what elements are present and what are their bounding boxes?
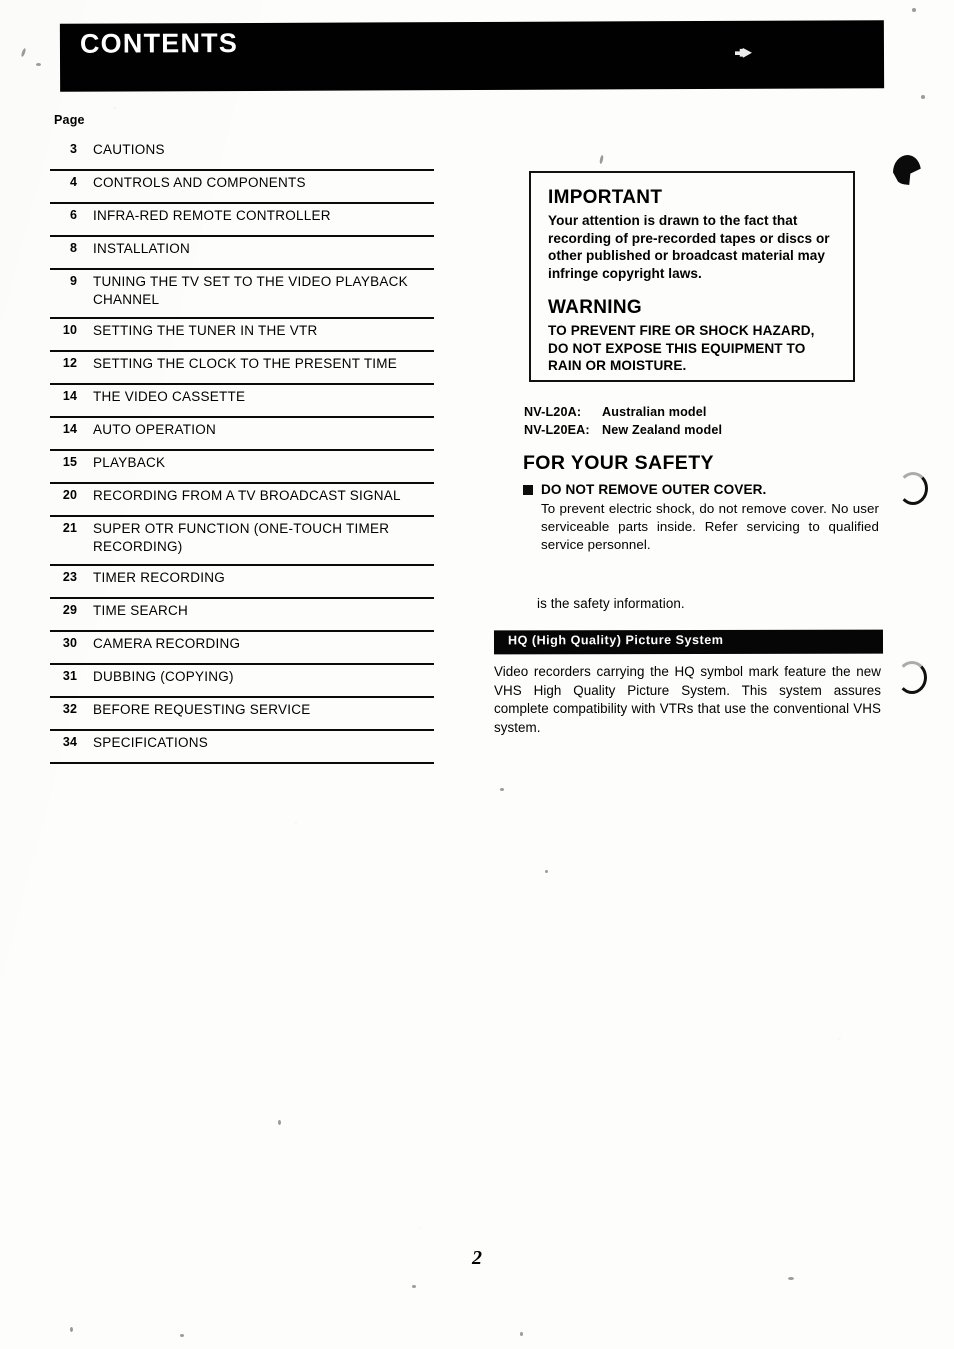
toc-entry-camera-recording[interactable]: 30 CAMERA RECORDING <box>50 632 434 665</box>
toc-entry-title: SUPER OTR FUNCTION (ONE-TOUCH TIMER RECO… <box>93 521 390 554</box>
toc-entry-page-number: 32 <box>62 702 77 716</box>
hq-picture-system-label: HQ (High Quality) Picture System <box>507 632 724 648</box>
toc-entry-title: THE VIDEO CASSETTE <box>93 389 246 404</box>
model-description: Australian model <box>602 405 707 419</box>
toc-entry-page-number: 34 <box>62 735 77 749</box>
footer-page-number: 2 <box>472 1247 482 1269</box>
scan-speck-icon <box>70 1327 73 1332</box>
model-row: NV-L20EA: New Zealand model <box>524 421 722 439</box>
scan-speck-icon <box>500 788 504 791</box>
toc-entry-auto-operation[interactable]: 14 AUTO OPERATION <box>50 418 434 451</box>
toc-entry-playback[interactable]: 15 PLAYBACK <box>50 451 434 484</box>
toc-entry-specifications[interactable]: 34 SPECIFICATIONS <box>50 731 434 764</box>
safety-item-body-text: To prevent electric shock, do not remove… <box>541 501 879 552</box>
toc-entry-super-otr-function[interactable]: 21 SUPER OTR FUNCTION (ONE-TOUCH TIMER R… <box>50 517 434 566</box>
important-body-text: Your attention is drawn to the fact that… <box>548 213 830 281</box>
toc-entry-title: TIME SEARCH <box>93 603 189 618</box>
for-your-safety-heading: FOR YOUR SAFETY <box>523 452 714 474</box>
toc-entry-title: TUNING THE TV SET TO THE VIDEO PLAYBACK … <box>93 274 408 307</box>
toc-entry-title: AUTO OPERATION <box>93 422 217 437</box>
scan-speck-icon <box>788 1277 794 1280</box>
toc-entry-title: TIMER RECORDING <box>93 570 225 585</box>
warning-body-text: TO PREVENT FIRE OR SHOCK HAZARD, DO NOT … <box>548 323 815 373</box>
toc-entry-title: DUBBING (COPYING) <box>93 669 234 684</box>
toc-entry-page-number: 14 <box>62 389 77 403</box>
model-code: NV-L20A: <box>524 405 582 419</box>
toc-entry-page-number: 31 <box>62 669 77 683</box>
toc-entry-title: CONTROLS AND COMPONENTS <box>93 175 306 190</box>
scan-speck-icon <box>20 47 27 58</box>
toc-entry-installation[interactable]: 8 INSTALLATION <box>50 237 434 270</box>
toc-entry-page-number: 15 <box>62 455 77 469</box>
toc-entry-title: CAUTIONS <box>93 142 165 157</box>
toc-entry-title: CAMERA RECORDING <box>93 636 241 651</box>
toc-entry-recording-from-tv-broadcast[interactable]: 20 RECORDING FROM A TV BROADCAST SIGNAL <box>50 484 434 517</box>
toc-entry-infra-red-remote-controller[interactable]: 6 INFRA-RED REMOTE CONTROLLER <box>50 204 434 237</box>
scan-speck-icon <box>545 870 548 873</box>
important-warning-notice-box: IMPORTANT Your attention is drawn to the… <box>529 171 855 382</box>
safety-item: DO NOT REMOVE OUTER COVER. To prevent el… <box>523 482 883 554</box>
toc-entry-page-number: 8 <box>69 241 77 255</box>
toc-entry-title: INSTALLATION <box>93 241 191 256</box>
toc-entry-timer-recording[interactable]: 23 TIMER RECORDING <box>50 566 434 599</box>
page-title: CONTENTS <box>79 28 239 59</box>
toc-column-header-page: Page <box>54 113 85 127</box>
toc-entry-page-number: 4 <box>69 175 77 189</box>
toc-entry-page-number: 30 <box>62 636 77 650</box>
document-page: CONTENTS Page 3 CAUTIONS 4 CONTROLS AND … <box>0 0 954 1349</box>
scan-speck-icon <box>180 1334 184 1337</box>
toc-entry-controls-and-components[interactable]: 4 CONTROLS AND COMPONENTS <box>50 171 434 204</box>
safety-item-header: DO NOT REMOVE OUTER COVER. <box>523 482 883 497</box>
scan-speck-icon <box>921 95 925 99</box>
toc-entry-setting-the-clock[interactable]: 12 SETTING THE CLOCK TO THE PRESENT TIME <box>50 352 434 385</box>
model-designation-list: NV-L20A: Australian model NV-L20EA: New Ze… <box>524 403 722 439</box>
toc-entry-title: RECORDING FROM A TV BROADCAST SIGNAL <box>93 488 401 503</box>
toc-entry-setting-the-tuner[interactable]: 10 SETTING THE TUNER IN THE VTR <box>50 319 434 352</box>
toc-entry-title: INFRA-RED REMOTE CONTROLLER <box>93 208 331 223</box>
scan-speck-icon <box>520 1332 523 1336</box>
toc-entry-page-number: 20 <box>62 488 77 502</box>
important-heading: IMPORTANT <box>548 187 663 208</box>
hole-punch-artifact-icon <box>898 472 928 505</box>
scan-speck-icon <box>412 1285 416 1288</box>
toc-entry-page-number: 21 <box>62 521 77 535</box>
model-description: New Zealand model <box>602 423 723 437</box>
toc-entry-page-number: 6 <box>69 208 77 222</box>
toc-entry-title: PLAYBACK <box>93 455 166 470</box>
toc-entry-page-number: 29 <box>62 603 77 617</box>
toc-entry-page-number: 10 <box>62 323 77 337</box>
toc-entry-page-number: 9 <box>69 274 77 288</box>
toc-entry-page-number: 12 <box>62 356 77 370</box>
contents-header-bar: CONTENTS <box>59 20 885 92</box>
scan-speck-icon <box>735 48 752 58</box>
toc-entry-time-search[interactable]: 29 TIME SEARCH <box>50 599 434 632</box>
hq-picture-system-body-text: Video recorders carrying the HQ symbol m… <box>494 664 881 735</box>
scan-blob-artifact-icon <box>893 155 921 185</box>
toc-entry-dubbing-copying[interactable]: 31 DUBBING (COPYING) <box>50 665 434 698</box>
toc-entry-title: SETTING THE CLOCK TO THE PRESENT TIME <box>93 356 398 371</box>
warning-heading: WARNING <box>548 297 642 318</box>
safety-information-note: is the safety information. <box>537 596 685 611</box>
toc-entry-cautions[interactable]: 3 CAUTIONS <box>50 138 434 171</box>
toc-entry-page-number: 14 <box>62 422 77 436</box>
scan-speck-icon <box>36 63 41 66</box>
table-of-contents: Page 3 CAUTIONS 4 CONTROLS AND COMPONENT… <box>50 113 434 764</box>
scan-speck-icon <box>912 8 916 12</box>
toc-entry-title: BEFORE REQUESTING SERVICE <box>93 702 311 717</box>
toc-entry-tuning-the-tv-set[interactable]: 9 TUNING THE TV SET TO THE VIDEO PLAYBAC… <box>50 270 434 319</box>
scan-speck-icon <box>278 1120 281 1125</box>
toc-entry-the-video-cassette[interactable]: 14 THE VIDEO CASSETTE <box>50 385 434 418</box>
safety-item-title: DO NOT REMOVE OUTER COVER. <box>541 482 767 497</box>
toc-entry-title: SETTING THE TUNER IN THE VTR <box>93 323 318 338</box>
toc-entry-before-requesting-service[interactable]: 32 BEFORE REQUESTING SERVICE <box>50 698 434 731</box>
scan-speck-icon <box>599 154 604 165</box>
model-row: NV-L20A: Australian model <box>524 403 722 421</box>
square-bullet-icon <box>523 484 533 495</box>
hq-picture-system-bar: HQ (High Quality) Picture System <box>493 629 884 655</box>
toc-entry-page-number: 3 <box>69 142 77 156</box>
toc-entry-page-number: 23 <box>62 570 77 584</box>
hole-punch-artifact-icon <box>897 661 927 694</box>
model-code: NV-L20EA: <box>524 423 590 437</box>
toc-entry-title: SPECIFICATIONS <box>93 735 209 750</box>
